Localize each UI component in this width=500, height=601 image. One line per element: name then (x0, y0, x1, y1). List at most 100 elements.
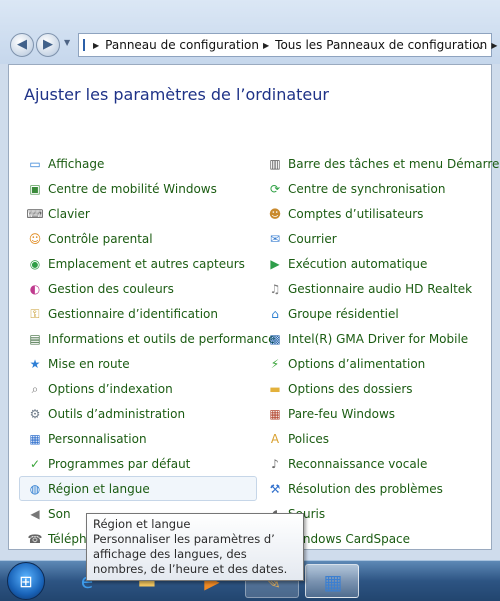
user-accounts-icon: ☻ (268, 206, 282, 221)
breadcrumb-all-control-panel-items[interactable]: Tous les Panneaux de configuration (275, 38, 487, 52)
items-column-left: ▭ Affichage ▣ Centre de mobilité Windows ⌨ Cl… (19, 151, 275, 551)
troubleshooting-icon: ⚒ (269, 481, 281, 496)
control-panel-item[interactable]: ⌨ Clavier (19, 201, 275, 226)
control-panel-item-label: Affichage (48, 156, 105, 171)
autoplay-icon: ▶ (270, 256, 280, 271)
control-panel-item-label: Polices (288, 431, 330, 446)
realtek-audio-icon: ♫ (269, 281, 281, 296)
tooltip-title: Région et langue (93, 517, 191, 531)
control-panel-item[interactable]: ♫ Gestionnaire audio HD Realtek (259, 276, 500, 301)
personalization-icon: ▦ (29, 431, 41, 446)
control-panel-item-label: Comptes d’utilisateurs (288, 206, 424, 221)
control-panel-item[interactable]: ⚿ Gestionnaire d’identification (19, 301, 275, 326)
control-panel-icon (83, 39, 85, 51)
control-panel-item-label: Windows CardSpace (288, 531, 411, 546)
control-panel-item[interactable]: ⚙ Outils d’administration (19, 401, 275, 426)
control-panel-item-label: Gestionnaire audio HD Realtek (288, 281, 473, 296)
control-panel-item-label: Barre des tâches et menu Démarrer (288, 156, 500, 171)
back-button[interactable]: ◀ (10, 33, 34, 57)
chevron-down-icon[interactable]: ⌄ (476, 39, 485, 52)
taskbar-control-panel[interactable]: ▦ (305, 564, 359, 598)
breadcrumb[interactable]: ▶ Panneau de configuration ▶ Tous les Pa… (78, 33, 497, 57)
control-panel-item-label: Courrier (288, 231, 337, 246)
start-button[interactable]: ⊞ (7, 562, 45, 600)
control-panel-item-label: Son (48, 506, 71, 521)
taskbar-icon: ▥ (269, 156, 281, 171)
control-panel-item[interactable]: ⌂ Groupe résidentiel (259, 301, 500, 326)
control-panel-item[interactable]: ▭ Affichage (19, 151, 275, 176)
control-panel-item-label: Exécution automatique (288, 256, 428, 271)
breadcrumb-control-panel[interactable]: Panneau de configuration (105, 38, 259, 52)
control-panel-item[interactable]: ★ Mise en route (19, 351, 275, 376)
chevron-right-icon[interactable]: ▶ (491, 41, 497, 50)
forward-button[interactable]: ▶ (36, 33, 60, 57)
default-programs-icon: ✓ (29, 456, 41, 471)
control-panel-item[interactable]: ◉ Emplacement et autres capteurs (19, 251, 275, 276)
control-panel-item-label: Options d’alimentation (288, 356, 426, 371)
firewall-icon: ▦ (269, 406, 281, 421)
control-panel-item[interactable]: A Polices (259, 426, 500, 451)
color-management-icon: ◐ (29, 281, 41, 296)
phone-modem-icon: ☎ (27, 531, 43, 546)
sync-center-icon: ⟳ (269, 181, 281, 196)
control-panel-item[interactable]: ◐ Gestion des couleurs (19, 276, 275, 301)
intel-gma-icon: ▩ (269, 331, 281, 346)
control-panel-item-label: Personnalisation (48, 431, 147, 446)
control-panel-item-label: Intel(R) GMA Driver for Mobile (288, 331, 469, 346)
getting-started-icon: ★ (29, 356, 41, 371)
arrow-right-icon: ▶ (43, 37, 53, 52)
control-panel-item[interactable]: ▬ Options des dossiers (259, 376, 500, 401)
parental-control-icon: ☺ (28, 231, 42, 246)
performance-icon: ▤ (29, 331, 41, 346)
control-panel-item-label: Résolution des problèmes (288, 481, 443, 496)
chevron-right-icon[interactable]: ▶ (263, 41, 269, 50)
control-panel-item[interactable]: ⌕ Options d’indexation (19, 376, 275, 401)
control-panel-item-label: Centre de synchronisation (288, 181, 446, 196)
control-panel-item[interactable]: ▣ Centre de mobilité Windows (19, 176, 275, 201)
display-icon: ▭ (29, 156, 41, 171)
admin-tools-icon: ⚙ (29, 406, 41, 421)
sound-icon: ◀ (30, 506, 40, 521)
folder-options-icon: ▬ (269, 381, 281, 396)
region-language-icon: ◍ (29, 481, 41, 496)
arrow-left-icon: ◀ (17, 37, 27, 52)
control-panel-item[interactable]: ◍ Région et langue (19, 476, 257, 501)
control-panel-item[interactable]: ▦ Pare-feu Windows (259, 401, 500, 426)
control-panel-item[interactable]: ▦ Personnalisation (19, 426, 275, 451)
control-panel-item[interactable]: ♪ Reconnaissance vocale (259, 451, 500, 476)
keyboard-icon: ⌨ (26, 206, 44, 221)
control-panel-item[interactable]: ⚡ Options d’alimentation (259, 351, 500, 376)
control-panel-item-label: Région et langue (48, 481, 150, 496)
control-panel-item[interactable]: ⚒ Résolution des problèmes (259, 476, 500, 501)
control-panel-item[interactable]: ▤ Informations et outils de performance (19, 326, 275, 351)
control-panel-icon: ▦ (323, 570, 343, 594)
control-panel-item-label: Gestionnaire d’identification (48, 306, 218, 321)
page-title: Ajuster les paramètres de l’ordinateur (24, 85, 329, 104)
credential-manager-icon: ⚿ (30, 306, 40, 321)
control-panel-item-label: Programmes par défaut (48, 456, 191, 471)
control-panel-item-label: Options d’indexation (48, 381, 173, 396)
control-panel-item-label: Groupe résidentiel (288, 306, 399, 321)
homegroup-icon: ⌂ (271, 306, 279, 321)
control-panel-item-label: Mise en route (48, 356, 130, 371)
control-panel-item[interactable]: ▶ Exécution automatique (259, 251, 500, 276)
recent-pages-dropdown[interactable]: ▼ (64, 38, 70, 47)
control-panel-item[interactable]: ✉ Courrier (259, 226, 500, 251)
control-panel-item[interactable]: ▩ Intel(R) GMA Driver for Mobile (259, 326, 500, 351)
mobility-center-icon: ▣ (29, 181, 41, 196)
control-panel-item[interactable]: ⟳ Centre de synchronisation (259, 176, 500, 201)
chevron-right-icon[interactable]: ▶ (93, 41, 99, 50)
control-panel-item-label: Informations et outils de performance (48, 331, 276, 346)
control-panel-item-label: Centre de mobilité Windows (48, 181, 217, 196)
control-panel-item-label: Outils d’administration (48, 406, 186, 421)
control-panel-item-label: Reconnaissance vocale (288, 456, 428, 471)
control-panel-item[interactable]: ✓ Programmes par défaut (19, 451, 275, 476)
control-panel-item[interactable]: ▥ Barre des tâches et menu Démarrer (259, 151, 500, 176)
control-panel-item-label: Gestion des couleurs (48, 281, 174, 296)
control-panel-content: Ajuster les paramètres de l’ordinateur ▭… (8, 64, 500, 551)
items-column-right: ▥ Barre des tâches et menu Démarrer ⟳ Centr… (259, 151, 500, 551)
control-panel-item[interactable]: ☻ Comptes d’utilisateurs (259, 201, 500, 226)
address-bar-area: ◀ ▶ ▼ ▶ Panneau de configuration ▶ Tous … (0, 0, 500, 64)
indexing-icon: ⌕ (31, 381, 39, 396)
control-panel-item[interactable]: ☺ Contrôle parental (19, 226, 275, 251)
